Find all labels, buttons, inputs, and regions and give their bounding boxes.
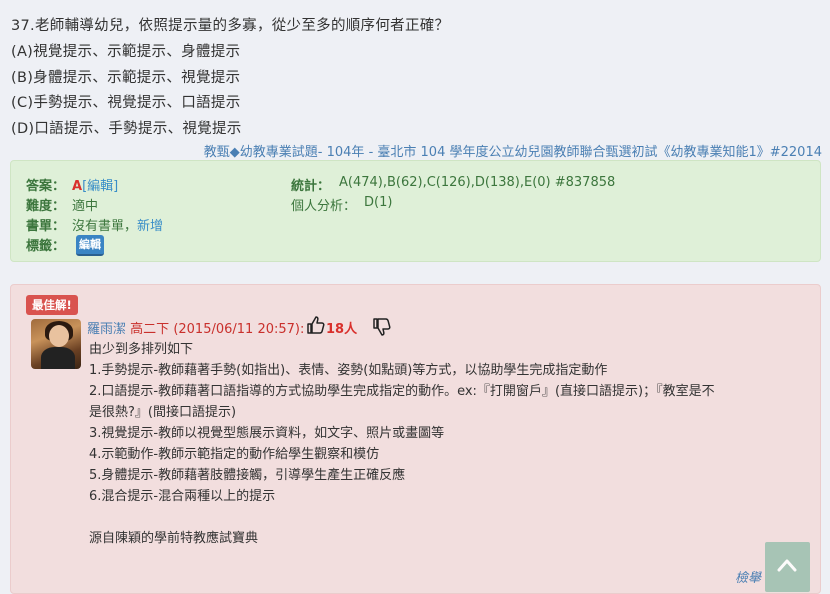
author-grade: 高二下 <box>130 322 170 337</box>
comment-line: 3.視覺提示-教師以視覺型態展示資料，如文字、照片或畫圖等 <box>89 426 445 441</box>
question-source: 教甄◆幼教專業試題- 104年 - 臺北市 104 學年度公立幼兒園教師聯合甄選… <box>204 141 822 160</box>
difficulty-label: 難度： <box>26 199 66 214</box>
arrow-up-icon <box>777 559 797 572</box>
question-stem: 37.老師輔導幼兒，依照提示量的多寡，從少至多的順序何者正確？ <box>11 18 450 34</box>
avatar[interactable] <box>31 319 81 369</box>
booklist-add-link[interactable]: 新增 <box>137 219 163 234</box>
source-category-link[interactable]: 教甄◆幼教專業試題 <box>204 145 318 160</box>
booklist-label: 書單： <box>26 219 66 234</box>
personal-analysis-label: 個人分析： <box>291 199 357 214</box>
scroll-to-top-button[interactable] <box>765 542 810 592</box>
comment-line: 2.口語提示-教師藉著口語指導的方式協助學生完成指定的動作。ex:『打開窗戶』(… <box>89 384 715 399</box>
best-answer-panel: 最佳解! 羅雨潔 高二下 (2015/06/11 20:57): 18人 由少到… <box>10 284 821 594</box>
difficulty-value: 適中 <box>72 199 99 214</box>
option-c: (C)手勢提示、視覺提示、口語提示 <box>11 95 241 111</box>
personal-analysis-value: D(1) <box>364 195 393 210</box>
comment-timestamp: (2015/06/11 20:57): <box>173 322 305 337</box>
option-d: (D)口語提示、手勢提示、視覺提示 <box>11 121 242 137</box>
stats-value: A(474),B(62),C(126),D(138),E(0) #837858 <box>339 175 616 190</box>
answer-value: A <box>72 179 83 194</box>
report-link[interactable]: 檢舉 <box>735 567 761 586</box>
comment-line: 源自陳穎的學前特教應試寶典 <box>89 531 259 546</box>
answer-label: 答案： <box>26 179 66 194</box>
comment-line: 1.手勢提示-教師藉著手勢(如指出)、表情、姿勢(如點頭)等方式，以協助學生完成… <box>89 363 608 378</box>
thumbs-down-icon[interactable] <box>372 317 392 337</box>
stats-label: 統計： <box>291 179 331 194</box>
source-exam-link[interactable]: 臺北市 104 學年度公立幼兒園教師聯合甄選初試《幼教專業知能1》#22014 <box>377 145 822 160</box>
answer-edit-link[interactable]: [編輯] <box>82 179 118 194</box>
comment-author-line: 羅雨潔 高二下 (2015/06/11 20:57): <box>87 318 304 337</box>
comment-line: 6.混合提示-混合兩種以上的提示 <box>89 489 276 504</box>
booklist-value: 沒有書單， <box>72 219 138 234</box>
option-a: (A)視覺提示、示範提示、身體提示 <box>11 44 241 60</box>
comment-line: 由少到多排列如下 <box>89 342 194 357</box>
author-name-link[interactable]: 羅雨潔 <box>87 322 126 337</box>
answer-panel: 答案： A[編輯] 難度： 適中 書單： 沒有書單，新增 標籤： 編輯 統計： … <box>10 160 821 262</box>
tags-label: 標籤： <box>26 239 66 254</box>
comment-line: 5.身體提示-教師藉著肢體接觸，引導學生產生正確反應 <box>89 468 406 483</box>
option-b: (B)身體提示、示範提示、視覺提示 <box>11 70 241 86</box>
comment-line: 4.示範動作-教師示範指定的動作給學生觀察和模仿 <box>89 447 380 462</box>
tags-edit-button[interactable]: 編輯 <box>76 235 104 256</box>
like-count: 18人 <box>326 322 358 337</box>
thumbs-up-icon[interactable] <box>306 315 326 335</box>
source-year: - 104年 - <box>317 145 378 160</box>
best-answer-badge: 最佳解! <box>26 295 78 315</box>
comment-line: 是很熱?』(間接口語提示) <box>89 405 237 420</box>
